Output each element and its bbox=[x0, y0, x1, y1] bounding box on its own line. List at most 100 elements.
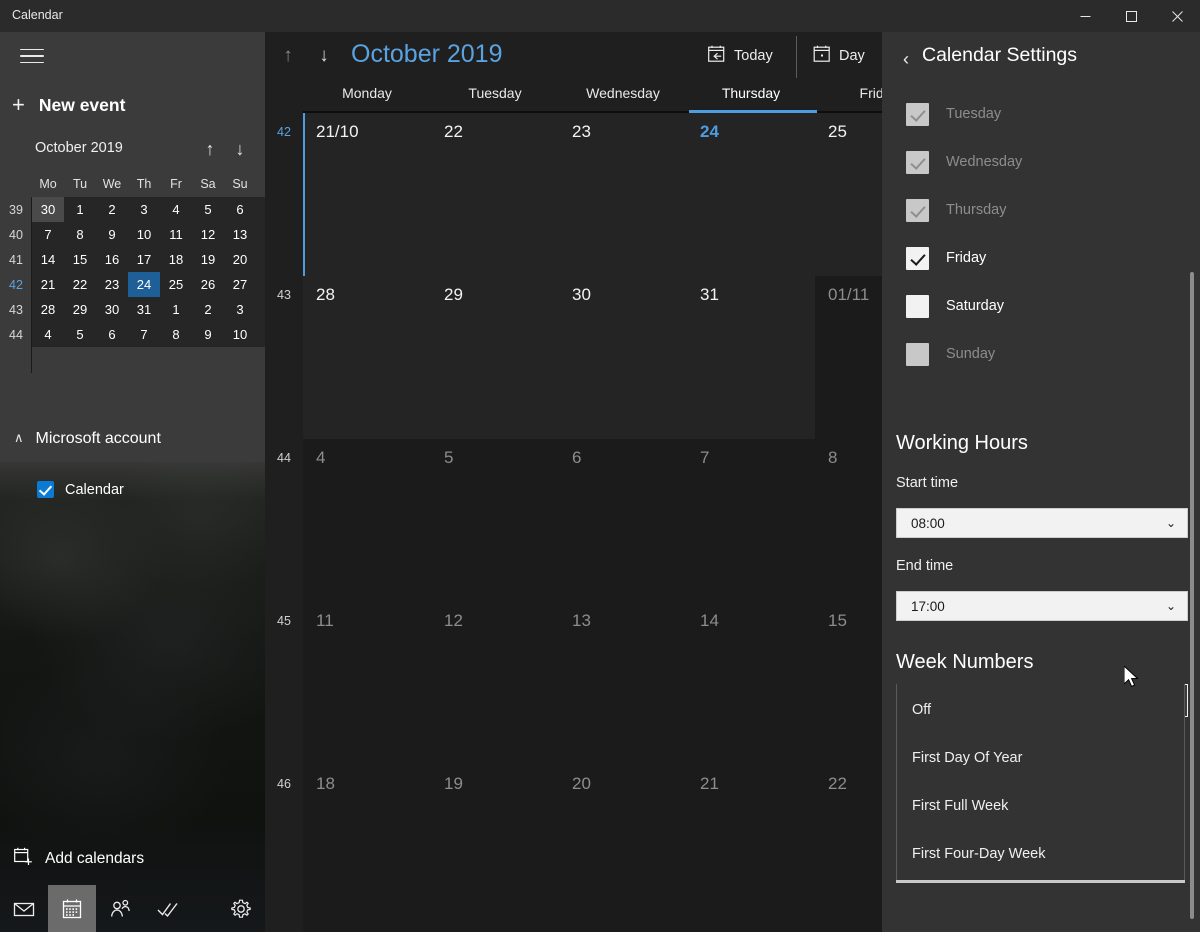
calendar-day-cell[interactable]: 22 bbox=[431, 113, 559, 276]
calendar-day-cell[interactable]: 23 bbox=[559, 113, 687, 276]
account-section-toggle[interactable]: ∧ Microsoft account bbox=[14, 430, 161, 448]
calendar-day-cell[interactable]: 5 bbox=[431, 439, 559, 602]
calendar-day-cell[interactable]: 29 bbox=[431, 276, 559, 439]
calendar-day-cell[interactable]: 7 bbox=[687, 439, 815, 602]
mini-day-cell[interactable]: 30 bbox=[96, 297, 128, 322]
maximize-button[interactable] bbox=[1108, 0, 1154, 32]
start-time-select[interactable]: 08:00 ⌄ bbox=[896, 508, 1188, 538]
mini-day-cell[interactable]: 9 bbox=[192, 322, 224, 347]
week-numbers-dropdown-list[interactable]: OffFirst Day Of YearFirst Full WeekFirst… bbox=[896, 684, 1185, 880]
mini-day-cell[interactable]: 29 bbox=[64, 297, 96, 322]
hamburger-icon[interactable] bbox=[10, 40, 54, 72]
back-icon[interactable]: ‹ bbox=[892, 45, 920, 73]
mini-day-cell[interactable]: 22 bbox=[64, 272, 96, 297]
mini-day-cell[interactable]: 24 bbox=[128, 272, 160, 297]
minimize-button[interactable] bbox=[1062, 0, 1108, 32]
calendar-day-cell[interactable]: 4 bbox=[303, 439, 431, 602]
mini-day-cell[interactable]: 18 bbox=[160, 247, 192, 272]
mini-day-cell[interactable]: 21 bbox=[32, 272, 64, 297]
mini-day-cell[interactable]: 19 bbox=[192, 247, 224, 272]
mini-day-cell[interactable]: 3 bbox=[224, 297, 256, 322]
settings-scrollbar-thumb[interactable] bbox=[1190, 272, 1194, 919]
calendar-checkbox[interactable] bbox=[37, 481, 54, 498]
mini-day-cell[interactable]: 1 bbox=[64, 197, 96, 222]
mini-calendar-header: October 2019 ↑ ↓ bbox=[0, 134, 265, 168]
mini-prev-month-icon[interactable]: ↑ bbox=[198, 137, 222, 161]
add-calendars-button[interactable]: Add calendars bbox=[14, 847, 144, 871]
calendar-day-cell[interactable]: 14 bbox=[687, 602, 815, 765]
mini-day-cell[interactable]: 28 bbox=[32, 297, 64, 322]
mini-day-cell[interactable]: 16 bbox=[96, 247, 128, 272]
nav-calendar-icon[interactable] bbox=[48, 885, 96, 932]
calendar-day-cell[interactable]: 12 bbox=[431, 602, 559, 765]
mini-day-cell[interactable]: 7 bbox=[32, 222, 64, 247]
mini-day-cell[interactable]: 6 bbox=[224, 197, 256, 222]
mini-day-cell[interactable]: 25 bbox=[160, 272, 192, 297]
calendar-day-cell[interactable]: 31 bbox=[687, 276, 815, 439]
close-button[interactable] bbox=[1154, 0, 1200, 32]
today-button[interactable]: Today bbox=[708, 41, 773, 71]
day-header-thursday[interactable]: Thursday bbox=[687, 85, 815, 107]
nav-settings-gear-icon[interactable] bbox=[217, 885, 265, 932]
current-month-title[interactable]: October 2019 bbox=[351, 40, 503, 69]
mini-day-cell[interactable]: 2 bbox=[96, 197, 128, 222]
calendar-day-cell[interactable]: 28 bbox=[303, 276, 431, 439]
nav-mail-icon[interactable] bbox=[0, 885, 48, 932]
mini-day-cell[interactable]: 14 bbox=[32, 247, 64, 272]
view-switcher-button[interactable]: Day bbox=[813, 41, 865, 71]
mini-day-cell[interactable]: 4 bbox=[32, 322, 64, 347]
calendar-day-cell[interactable]: 18 bbox=[303, 765, 431, 932]
dropdown-option-first-full-week[interactable]: First Full Week bbox=[897, 782, 1184, 830]
mini-day-cell[interactable]: 27 bbox=[224, 272, 256, 297]
dropdown-option-first-day-of-year[interactable]: First Day Of Year bbox=[897, 734, 1184, 782]
working-day-checkbox[interactable] bbox=[906, 295, 929, 318]
mini-day-cell[interactable]: 5 bbox=[192, 197, 224, 222]
new-event-button[interactable]: + New event bbox=[12, 88, 125, 122]
mini-day-cell[interactable]: 2 bbox=[192, 297, 224, 322]
day-header-monday[interactable]: Monday bbox=[303, 85, 431, 107]
working-day-option-saturday[interactable]: Saturday bbox=[906, 294, 1004, 318]
mini-day-cell[interactable]: 9 bbox=[96, 222, 128, 247]
dropdown-option-first-four-day-week[interactable]: First Four-Day Week bbox=[897, 830, 1184, 878]
mini-day-cell[interactable]: 17 bbox=[128, 247, 160, 272]
mini-day-cell[interactable]: 5 bbox=[64, 322, 96, 347]
calendar-day-cell[interactable]: 11 bbox=[303, 602, 431, 765]
working-day-option-friday[interactable]: Friday bbox=[906, 246, 986, 270]
mini-day-cell[interactable]: 20 bbox=[224, 247, 256, 272]
mini-day-cell[interactable]: 11 bbox=[160, 222, 192, 247]
mini-day-cell[interactable]: 30 bbox=[32, 197, 64, 222]
working-day-checkbox[interactable] bbox=[906, 247, 929, 270]
mini-day-cell[interactable]: 8 bbox=[160, 322, 192, 347]
nav-people-icon[interactable] bbox=[96, 885, 144, 932]
mini-day-cell[interactable]: 1 bbox=[160, 297, 192, 322]
calendar-day-cell[interactable]: 21/10 bbox=[303, 113, 431, 276]
mini-day-cell[interactable]: 15 bbox=[64, 247, 96, 272]
mini-day-cell[interactable]: 31 bbox=[128, 297, 160, 322]
mini-day-cell[interactable]: 3 bbox=[128, 197, 160, 222]
calendar-day-cell[interactable]: 19 bbox=[431, 765, 559, 932]
calendar-day-cell[interactable]: 6 bbox=[559, 439, 687, 602]
mini-day-cell[interactable]: 4 bbox=[160, 197, 192, 222]
calendar-day-cell[interactable]: 30 bbox=[559, 276, 687, 439]
mini-day-cell[interactable]: 8 bbox=[64, 222, 96, 247]
mini-day-cell[interactable]: 13 bbox=[224, 222, 256, 247]
day-header-tuesday[interactable]: Tuesday bbox=[431, 85, 559, 107]
calendar-day-cell[interactable]: 20 bbox=[559, 765, 687, 932]
calendar-day-cell[interactable]: 21 bbox=[687, 765, 815, 932]
calendar-day-cell[interactable]: 13 bbox=[559, 602, 687, 765]
mini-day-cell[interactable]: 10 bbox=[224, 322, 256, 347]
mini-day-cell[interactable]: 26 bbox=[192, 272, 224, 297]
end-time-select[interactable]: 17:00 ⌄ bbox=[896, 591, 1188, 621]
mini-day-cell[interactable]: 12 bbox=[192, 222, 224, 247]
mini-day-cell[interactable]: 7 bbox=[128, 322, 160, 347]
calendar-day-cell[interactable]: 24 bbox=[687, 113, 815, 276]
nav-todo-icon[interactable] bbox=[144, 885, 192, 932]
prev-period-icon[interactable]: ↑ bbox=[274, 42, 302, 70]
calendar-checkbox-item[interactable]: Calendar bbox=[37, 481, 124, 498]
next-period-icon[interactable]: ↓ bbox=[310, 42, 338, 70]
mini-next-month-icon[interactable]: ↓ bbox=[228, 137, 252, 161]
mini-day-cell[interactable]: 23 bbox=[96, 272, 128, 297]
mini-day-cell[interactable]: 6 bbox=[96, 322, 128, 347]
mini-day-cell[interactable]: 10 bbox=[128, 222, 160, 247]
day-header-wednesday[interactable]: Wednesday bbox=[559, 85, 687, 107]
